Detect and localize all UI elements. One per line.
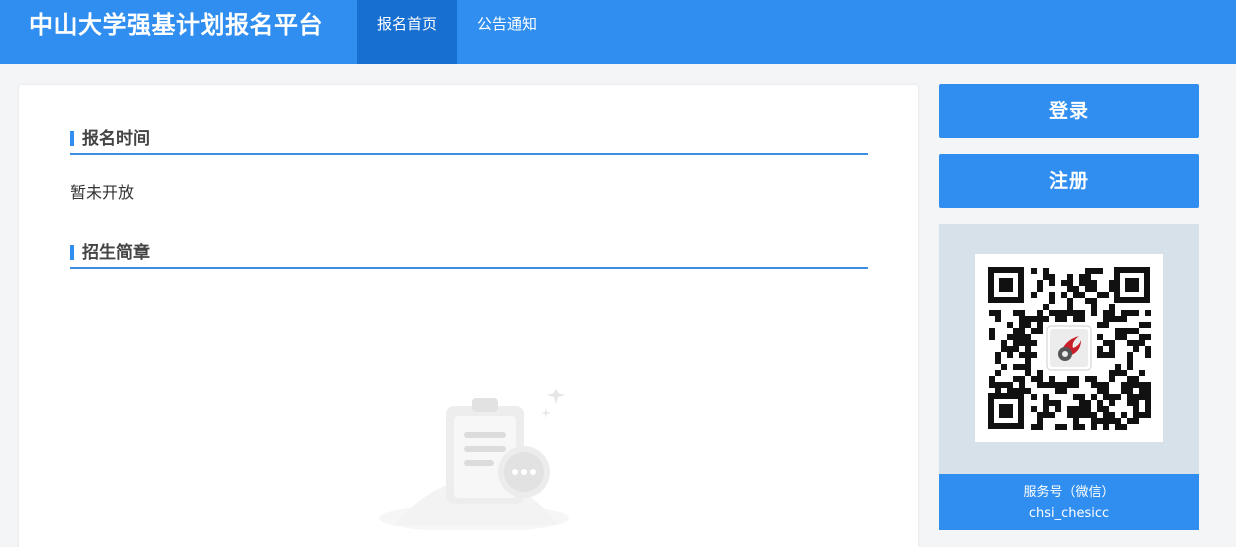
main-nav: 报名首页 公告通知 xyxy=(357,0,557,64)
qr-caption: 服务号（微信） chsi_chesicc xyxy=(939,474,1199,530)
qr-caption-account: chsi_chesicc xyxy=(1028,506,1110,521)
section-marker xyxy=(70,245,74,260)
section-title-admission-brochure: 招生简章 xyxy=(82,243,150,263)
site-title: 中山大学强基计划报名平台 xyxy=(29,11,323,39)
qr-caption-service: 服务号（微信） xyxy=(1023,485,1115,500)
empty-clipboard-icon xyxy=(379,390,569,530)
top-header: 中山大学强基计划报名平台 报名首页 公告通知 xyxy=(0,0,1236,64)
nav-item-notices[interactable]: 公告通知 xyxy=(457,0,557,64)
registration-status-text: 暂未开放 xyxy=(70,183,135,202)
register-button[interactable]: 注册 xyxy=(939,154,1199,208)
qr-code-icon xyxy=(975,254,1163,442)
main-content-card: 报名时间 暂未开放 招生简章 xyxy=(19,85,918,547)
wechat-qr-panel: 服务号（微信） chsi_chesicc xyxy=(939,224,1199,530)
login-button[interactable]: 登录 xyxy=(939,84,1199,138)
section-marker xyxy=(70,131,74,146)
chsi-logo-icon xyxy=(1046,325,1092,371)
nav-item-home[interactable]: 报名首页 xyxy=(357,0,458,64)
section-admission-brochure: 招生简章 xyxy=(70,235,868,269)
section-title-registration-time: 报名时间 xyxy=(82,129,150,149)
section-registration-time: 报名时间 xyxy=(70,121,868,155)
